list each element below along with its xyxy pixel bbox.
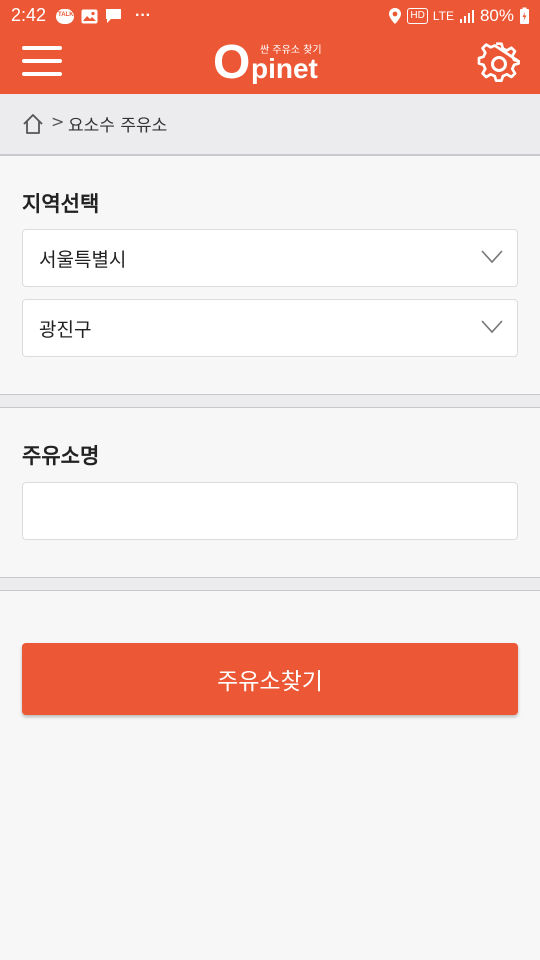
section-divider — [0, 394, 540, 408]
breadcrumb-separator: > — [51, 112, 65, 131]
logo-text: pinet — [251, 53, 318, 84]
region-section: 지역선택 서울특별시 광진구 — [0, 156, 540, 394]
section-divider — [0, 577, 540, 591]
location-icon — [389, 8, 402, 24]
district-select[interactable]: 광진구 — [22, 299, 518, 357]
district-value: 광진구 — [39, 319, 92, 341]
station-title: 주유소명 — [22, 444, 100, 468]
region-title: 지역선택 — [22, 192, 100, 216]
logo-o: O — [213, 36, 251, 89]
search-station-button[interactable]: 주유소찾기 — [22, 643, 518, 715]
station-name-field[interactable] — [22, 482, 518, 540]
home-icon[interactable] — [22, 113, 44, 135]
battery-percent: 80% — [479, 6, 514, 25]
app-bar: 싼 주유소 찾기 O pinet — [0, 32, 540, 94]
station-section: 주유소명 — [0, 408, 540, 577]
battery-icon — [520, 7, 529, 24]
more-icon: ··· — [135, 7, 151, 24]
opinet-logo: 싼 주유소 찾기 O pinet — [213, 37, 333, 89]
chevron-down-icon — [481, 320, 503, 334]
settings-gear-icon[interactable] — [477, 42, 521, 86]
status-bar: 2:42 TALK ··· HD LTE 80% — [0, 0, 540, 32]
menu-icon[interactable] — [22, 46, 62, 78]
status-time: 2:42 — [11, 5, 47, 25]
kakaotalk-icon: TALK — [56, 8, 74, 24]
station-name-input[interactable] — [23, 483, 515, 537]
city-select[interactable]: 서울특별시 — [22, 229, 518, 287]
chevron-down-icon — [481, 250, 503, 264]
gallery-icon — [81, 9, 98, 23]
kakao-text: TALK — [58, 11, 74, 18]
signal-icon — [459, 10, 474, 23]
notification-icons: TALK ··· — [56, 7, 151, 25]
lte-icon: LTE — [432, 9, 454, 23]
breadcrumb-current: 요소수 주유소 — [68, 116, 168, 136]
city-value: 서울특별시 — [39, 249, 127, 271]
breadcrumb: > 요소수 주유소 — [0, 94, 540, 156]
hd-icon: HD — [407, 8, 428, 24]
message-icon — [106, 9, 121, 23]
system-icons: HD LTE 80% — [388, 6, 530, 26]
